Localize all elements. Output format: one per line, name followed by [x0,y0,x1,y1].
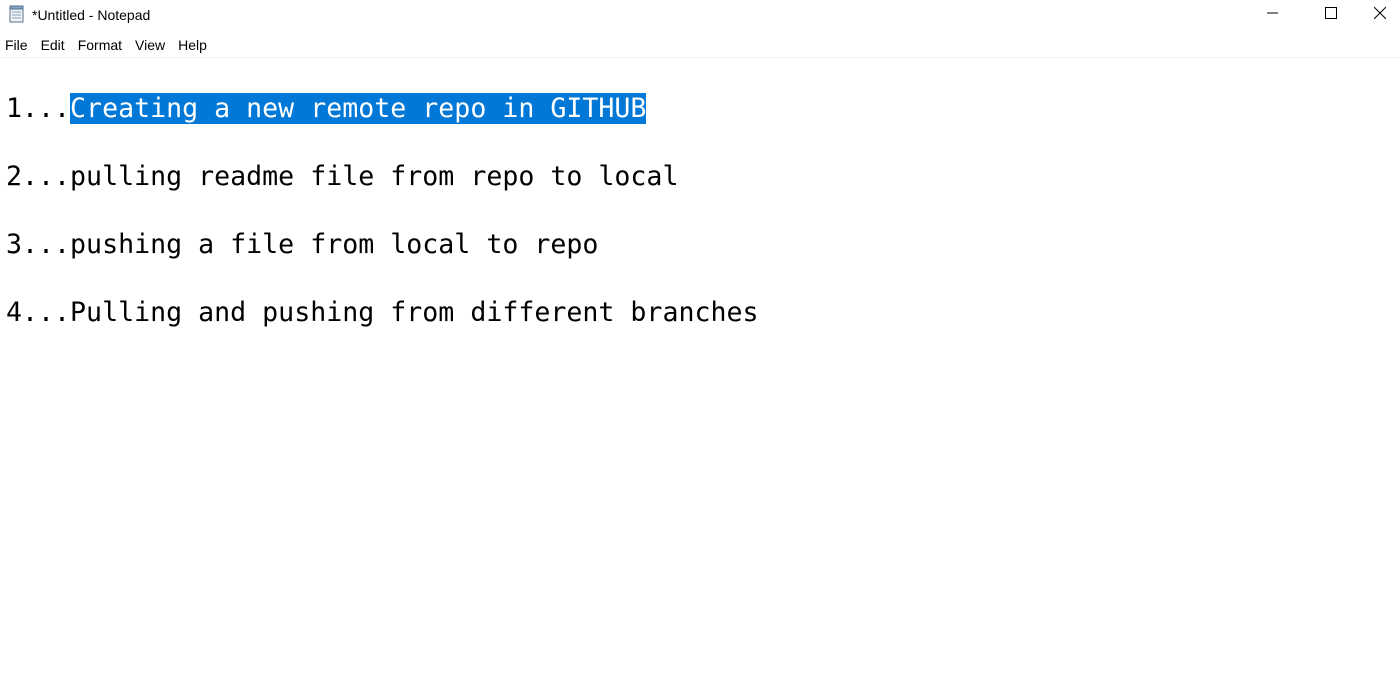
menu-bar: File Edit Format View Help [0,33,1400,58]
maximize-button[interactable] [1302,0,1360,30]
menu-help[interactable]: Help [173,33,213,57]
editor-line: 4...Pulling and pushing from different b… [6,296,759,330]
close-button[interactable] [1360,0,1400,30]
notepad-icon[interactable] [8,5,26,23]
notepad-window: *Untitled - Notepad File Edit Format Vie… [0,0,1400,681]
line-text: pulling readme file from repo to local [70,161,679,192]
minimize-button[interactable] [1244,0,1302,30]
line-prefix: 2... [6,161,71,192]
line-prefix: 1... [6,93,71,124]
line-prefix: 3... [6,229,71,260]
editor-line: 2...pulling readme file from repo to loc… [6,160,678,194]
menu-edit[interactable]: Edit [36,33,71,57]
line-text: Pulling and pushing from different branc… [70,297,759,328]
close-icon [1373,6,1387,24]
menu-view[interactable]: View [130,33,171,57]
line-text: pushing a file from local to repo [70,229,599,260]
text-editor[interactable]: 1...Creating a new remote repo in GITHUB… [0,58,1400,681]
editor-line: 3...pushing a file from local to repo [6,228,598,262]
editor-line: 1...Creating a new remote repo in GITHUB [6,92,647,126]
selected-text: Creating a new remote repo in GITHUB [70,93,647,124]
menu-file[interactable]: File [0,33,34,57]
window-title: *Untitled - Notepad [32,7,151,23]
title-bar[interactable]: *Untitled - Notepad [0,0,1400,30]
minimize-icon [1267,6,1279,24]
maximize-icon [1325,6,1337,24]
line-prefix: 4... [6,297,71,328]
menu-format[interactable]: Format [73,33,128,57]
